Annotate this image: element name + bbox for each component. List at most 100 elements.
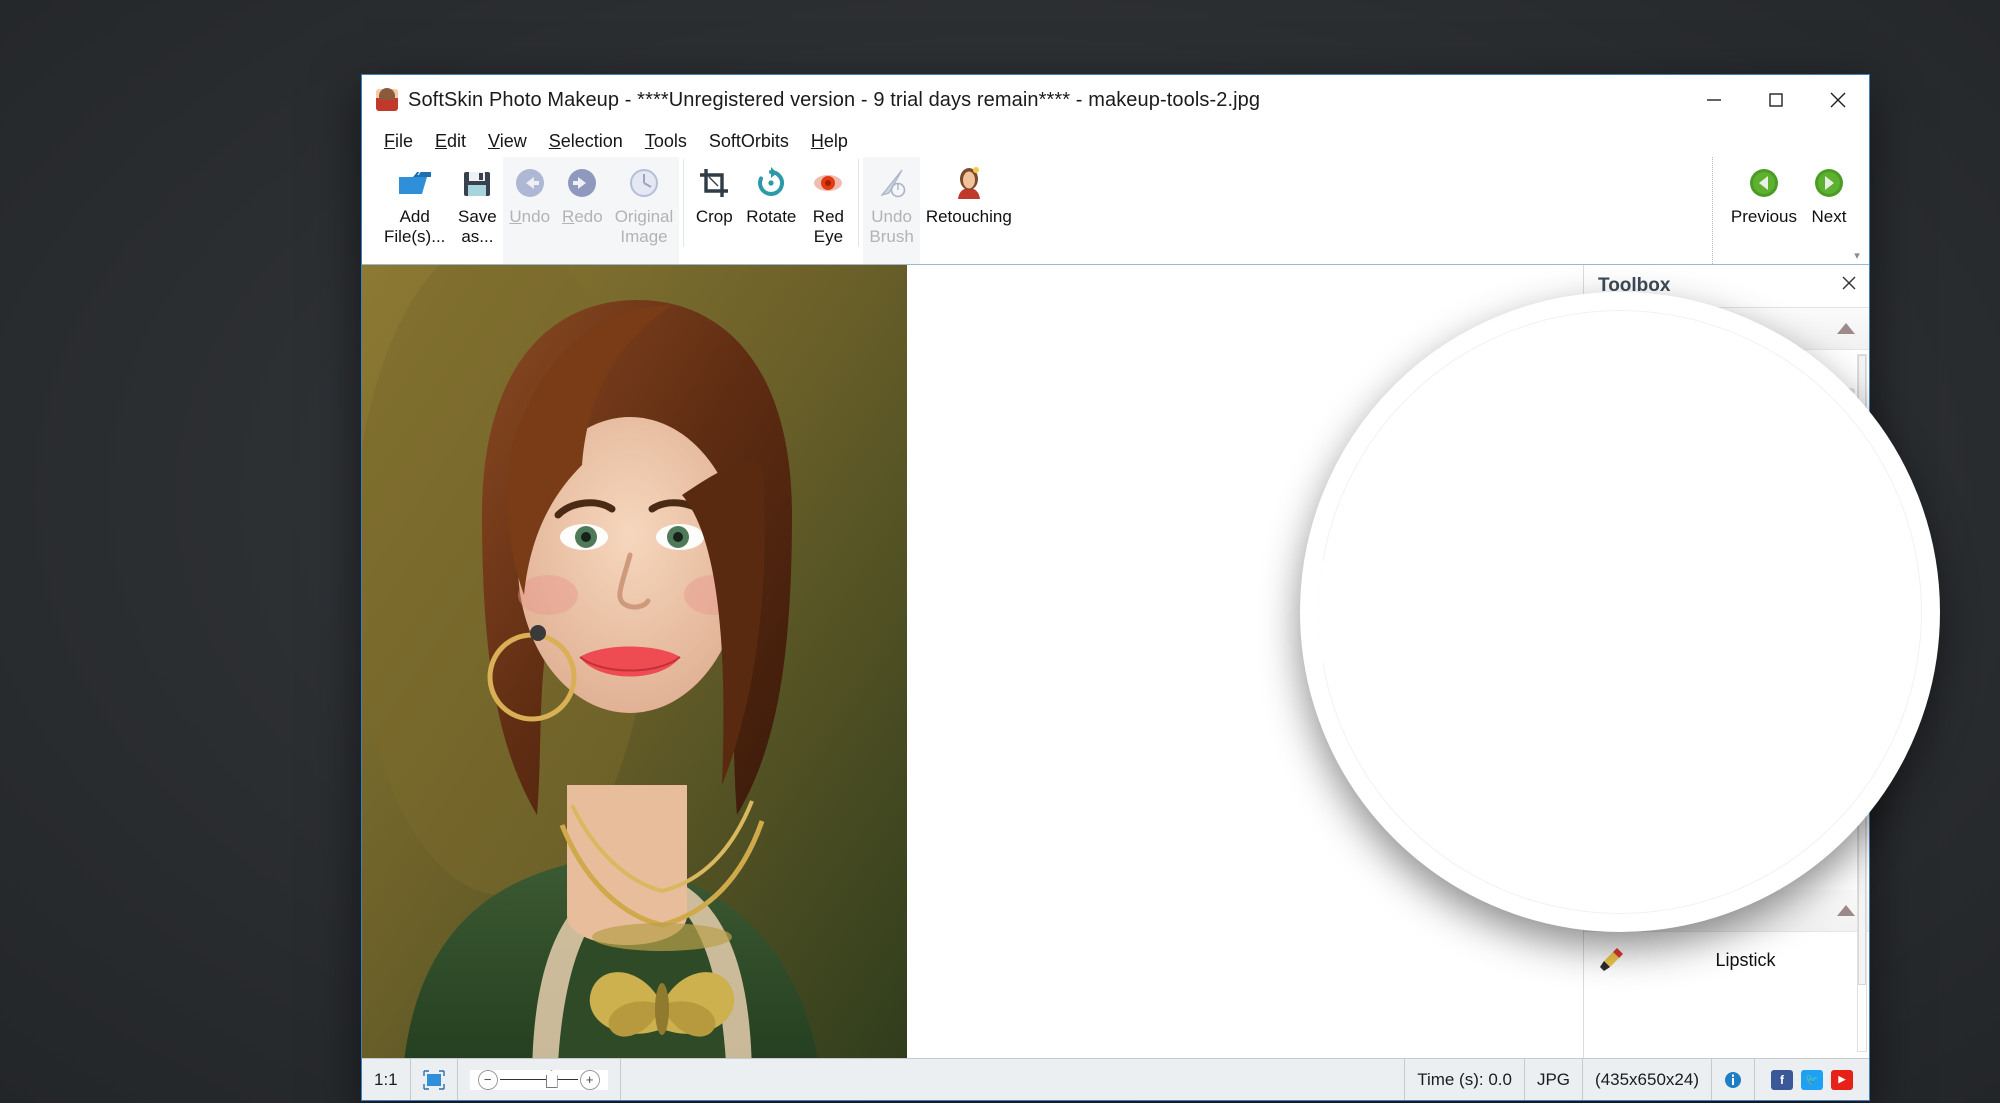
- menu-item-view[interactable]: View: [488, 131, 527, 152]
- color-intensity-label: Color intensity: [1598, 414, 1706, 433]
- menu-file-label: F: [384, 130, 395, 151]
- floppy-save-icon: [464, 172, 491, 196]
- color-swatch-0[interactable]: [1598, 522, 1635, 582]
- section-title-skin: Skin: [1598, 318, 1637, 338]
- title-bar: SoftSkin Photo Makeup - ****Unregistered…: [362, 75, 1869, 125]
- toolbox-scrollbar[interactable]: [1857, 354, 1867, 1052]
- lipstick-icon: [1600, 948, 1623, 971]
- redo-button[interactable]: Redo: [556, 157, 609, 227]
- menu-item-help[interactable]: Help: [811, 131, 848, 152]
- save-as-button[interactable]: Save as...: [451, 157, 503, 247]
- original-image-button[interactable]: Original Image: [609, 157, 680, 247]
- menu-item-tools[interactable]: Tools: [645, 131, 687, 152]
- minimize-button[interactable]: [1683, 75, 1745, 125]
- rotate-button[interactable]: Rotate: [740, 157, 802, 227]
- zoom-out-button[interactable]: −: [477, 1069, 498, 1090]
- open-folder-icon: [398, 168, 431, 194]
- section-title-mouth: Mouth: [1598, 900, 1652, 920]
- undo-arrow-icon: [515, 169, 544, 197]
- zoom-slider-thumb[interactable]: [545, 1070, 558, 1088]
- menu-item-edit[interactable]: Edit: [435, 131, 466, 152]
- application-window: SoftSkin Photo Makeup - ****Unregistered…: [361, 74, 1870, 1101]
- next-button[interactable]: Next: [1803, 157, 1855, 227]
- previous-button[interactable]: Previous: [1725, 157, 1803, 227]
- color-swatch-3[interactable]: [1730, 522, 1767, 582]
- radius-slider-thumb[interactable]: [1621, 379, 1638, 403]
- facebook-icon[interactable]: f: [1771, 1069, 1793, 1090]
- toolbox-scrollbar-thumb[interactable]: [1858, 355, 1866, 985]
- red-eye-button[interactable]: Red Eye: [802, 157, 854, 247]
- menu-item-selection[interactable]: Selection: [549, 131, 623, 152]
- tool-row-lipstick[interactable]: Lipstick: [1584, 932, 1869, 988]
- color-swatch-9[interactable]: [1730, 590, 1767, 650]
- zoom-slider-cell: − +: [458, 1059, 621, 1100]
- zoom-ratio-label[interactable]: 1:1: [362, 1059, 411, 1100]
- color-swatch-4[interactable]: [1774, 522, 1811, 582]
- zoom-in-button[interactable]: +: [579, 1069, 600, 1090]
- color-swatch-17[interactable]: [1818, 658, 1855, 718]
- maximize-button[interactable]: [1745, 75, 1807, 125]
- color-swatch-1[interactable]: [1642, 522, 1679, 582]
- app-icon: [376, 88, 398, 111]
- fit-to-window-button[interactable]: [411, 1059, 458, 1100]
- color-swatch-11[interactable]: [1818, 590, 1855, 650]
- image-canvas[interactable]: [362, 265, 1584, 1058]
- section-header-mouth[interactable]: Mouth: [1584, 890, 1869, 932]
- menu-help-label: H: [810, 130, 824, 151]
- add-files-button[interactable]: Add File(s)...: [378, 157, 451, 247]
- radius-slider[interactable]: [1598, 379, 1855, 403]
- menu-view-label: V: [488, 130, 500, 151]
- radius-slider-row: [1584, 379, 1869, 403]
- workspace: Toolbox Skin Radius Color intensity 50 C…: [362, 265, 1869, 1058]
- color-swatch-14[interactable]: [1686, 658, 1723, 718]
- rotate-icon: [758, 167, 785, 196]
- menu-item-softorbits[interactable]: SoftOrbits: [709, 131, 789, 152]
- color-swatch-2[interactable]: [1686, 522, 1723, 582]
- color-swatch-10[interactable]: [1774, 590, 1811, 650]
- next-label: Next: [1811, 207, 1847, 226]
- color-swatch-16[interactable]: [1774, 658, 1811, 718]
- color-label: Color: [1598, 492, 1639, 511]
- color-swatch-7[interactable]: [1642, 590, 1679, 650]
- crop-label: Crop: [695, 207, 733, 226]
- caret-up-icon-mouth[interactable]: [1837, 905, 1855, 916]
- red-eye-icon: [814, 175, 843, 191]
- toolbar-group-retouch: Retouching: [920, 157, 1018, 264]
- caret-up-icon[interactable]: [1837, 323, 1855, 334]
- zoom-slider-track[interactable]: [499, 1070, 578, 1088]
- color-swatch-15[interactable]: [1730, 658, 1767, 718]
- undo-button[interactable]: Undo: [503, 157, 556, 227]
- retouching-button[interactable]: Retouching: [920, 157, 1018, 227]
- twitter-icon[interactable]: 🐦: [1801, 1069, 1823, 1090]
- menu-item-file[interactable]: File: [384, 131, 413, 152]
- toolbar-group-history: Undo Redo Original Image: [503, 157, 680, 264]
- section-header-skin[interactable]: Skin: [1584, 308, 1869, 350]
- crop-button[interactable]: Crop: [688, 157, 740, 227]
- color-swatch-8[interactable]: [1686, 590, 1723, 650]
- info-button[interactable]: [1712, 1059, 1755, 1100]
- toolbox-header: Toolbox: [1584, 265, 1869, 307]
- undo-brush-button[interactable]: Undo Brush: [863, 157, 919, 247]
- color-swatch-6[interactable]: [1598, 590, 1635, 650]
- undo-brush-icon: [879, 169, 905, 198]
- color-swatch-13[interactable]: [1642, 658, 1679, 718]
- color-swatch-5[interactable]: [1818, 522, 1855, 582]
- tool-label-pencil: Pencil: [1720, 845, 1771, 866]
- toolbar-group-brush: Undo Brush: [863, 157, 920, 264]
- color-gradient-picker[interactable]: [1598, 728, 1855, 828]
- red-eye-label: Red Eye: [812, 207, 844, 246]
- color-intensity-value[interactable]: 50: [1807, 440, 1855, 472]
- toolbar-separator-2: [858, 159, 860, 247]
- zoom-slider[interactable]: − +: [469, 1069, 608, 1090]
- youtube-icon[interactable]: ▶: [1831, 1069, 1853, 1090]
- retouching-woman-icon: [957, 167, 980, 199]
- window-title: SoftSkin Photo Makeup - ****Unregistered…: [408, 88, 1261, 111]
- tool-row-pencil[interactable]: Pencil: [1584, 828, 1869, 884]
- ribbon-expand-icon[interactable]: ▾: [1849, 249, 1865, 263]
- color-intensity-slider-thumb[interactable]: [1689, 444, 1706, 468]
- color-swatch-12[interactable]: [1598, 658, 1635, 718]
- color-intensity-slider[interactable]: [1598, 444, 1797, 468]
- close-button[interactable]: [1807, 75, 1869, 125]
- retouching-label: Retouching: [925, 207, 1012, 226]
- toolbox-close-icon[interactable]: [1839, 273, 1859, 299]
